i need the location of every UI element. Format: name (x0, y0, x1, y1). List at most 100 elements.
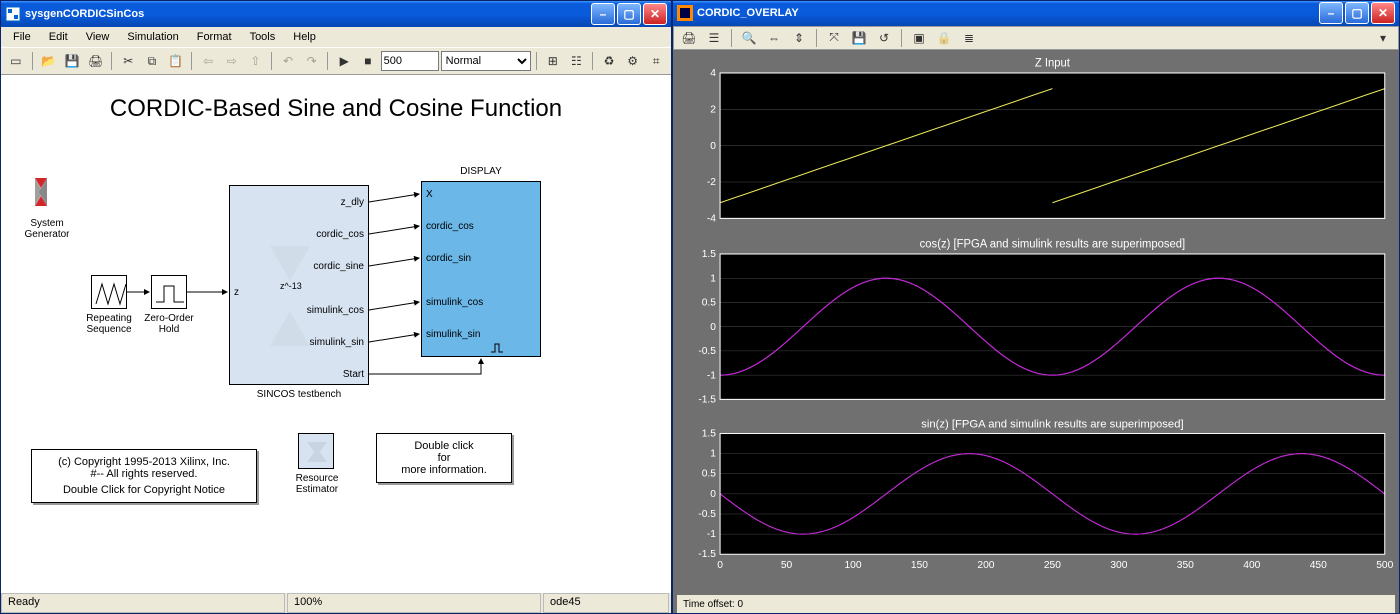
model-canvas[interactable]: CORDIC-Based Sine and Cosine Function Sy… (1, 75, 671, 592)
new-icon[interactable]: ▭ (5, 50, 27, 72)
sincos-out-scos: simulink_cos (307, 305, 364, 316)
zoom-y-icon[interactable]: ⇕ (788, 27, 810, 49)
zoom-x-icon[interactable]: ⇔ (763, 27, 785, 49)
disp-in-ccos: cordic_cos (426, 221, 474, 232)
svg-text:50: 50 (781, 560, 793, 571)
resource-estimator-block[interactable] (298, 433, 334, 469)
zero-order-hold-block[interactable] (151, 275, 187, 309)
trigger-icon (490, 342, 504, 354)
menu-edit[interactable]: Edit (41, 29, 76, 45)
sim-mode-select[interactable]: Normal (441, 51, 531, 71)
refresh-icon[interactable]: ♻ (598, 50, 620, 72)
signal-sel-icon[interactable]: ≣ (958, 27, 980, 49)
svg-text:0.5: 0.5 (702, 297, 716, 308)
sincos-label: SINCOS testbench (239, 389, 359, 400)
repeating-sequence-label: Repeating Sequence (49, 313, 169, 335)
svg-text:-0.5: -0.5 (698, 346, 716, 357)
maximize-button[interactable]: ▢ (617, 3, 641, 25)
sincos-out-ccos: cordic_cos (316, 229, 364, 240)
svg-text:0.5: 0.5 (702, 469, 717, 480)
sincos-testbench-block[interactable]: z z^-13 z_dly cordic_cos cordic_sine sim… (229, 185, 369, 385)
titlebar-scope[interactable]: CORDIC_OVERLAY – ▢ ✕ (673, 1, 1399, 26)
open-icon[interactable]: 📂 (38, 50, 60, 72)
svg-text:350: 350 (1177, 560, 1195, 571)
svg-text:450: 450 (1310, 560, 1328, 571)
svg-text:300: 300 (1110, 560, 1128, 571)
scope-close-button[interactable]: ✕ (1371, 2, 1395, 24)
info-line-1: Double click (387, 440, 501, 452)
forward-icon: ⇨ (221, 50, 243, 72)
menu-help[interactable]: Help (285, 29, 324, 45)
copyright-line-1: (c) Copyright 1995-2013 Xilinx, Inc. (42, 456, 246, 468)
svg-text:1.5: 1.5 (702, 429, 717, 440)
svg-text:0: 0 (710, 321, 716, 332)
scope-plot-2[interactable]: -1.5-1-0.500.511.5sin(z) [FPGA and simul… (677, 416, 1395, 595)
build-icon[interactable]: ⚙ (622, 50, 644, 72)
svg-text:200: 200 (977, 560, 995, 571)
more-info-note[interactable]: Double click for more information. (376, 433, 512, 483)
lib-browser-icon[interactable]: ⊞ (542, 50, 564, 72)
model-explorer-icon[interactable]: ☷ (566, 50, 588, 72)
menubar: File Edit View Simulation Format Tools H… (1, 27, 671, 48)
svg-text:250: 250 (1044, 560, 1062, 571)
sincos-inner-text: z^-13 (280, 281, 302, 291)
svg-text:4: 4 (710, 68, 716, 79)
title-text: sysgenCORDICSinCos (25, 8, 591, 20)
scope-maximize-button[interactable]: ▢ (1345, 2, 1369, 24)
svg-text:500: 500 (1376, 560, 1394, 571)
scope-minimize-button[interactable]: – (1319, 2, 1343, 24)
disp-in-csin: cordic_sin (426, 253, 471, 264)
autoscale-icon[interactable]: ⤧ (823, 27, 845, 49)
svg-text:400: 400 (1243, 560, 1261, 571)
menu-tools[interactable]: Tools (242, 29, 284, 45)
svg-text:-4: -4 (707, 213, 716, 224)
redo-icon: ↷ (301, 50, 323, 72)
titlebar-simulink[interactable]: sysgenCORDICSinCos – ▢ ✕ (1, 1, 671, 27)
zoom-in-icon[interactable]: 🔍 (738, 27, 760, 49)
menu-format[interactable]: Format (189, 29, 240, 45)
debug-icon[interactable]: ⌗ (645, 50, 667, 72)
cut-icon[interactable]: ✂ (117, 50, 139, 72)
copy-icon[interactable]: ⧉ (141, 50, 163, 72)
sincos-out-zdly: z_dly (341, 197, 364, 208)
toolbar: ▭ 📂 💾 🖨 ✂ ⧉ 📋 ⇦ ⇨ ⇧ ↶ ↷ ▶ ■ Normal ⊞ (1, 48, 671, 75)
save-config-icon[interactable]: 💾 (848, 27, 870, 49)
play-icon[interactable]: ▶ (333, 50, 355, 72)
scope-plot-0[interactable]: -4-2024Z Input (677, 54, 1395, 233)
stop-time-field[interactable] (381, 51, 439, 71)
minimize-button[interactable]: – (591, 3, 615, 25)
svg-text:-1: -1 (707, 370, 716, 381)
help-icon[interactable]: ▾ (1372, 27, 1394, 49)
float-icon[interactable]: ▣ (908, 27, 930, 49)
display-block[interactable]: X cordic_cos cordic_sin simulink_cos sim… (421, 181, 541, 357)
disp-in-scos: simulink_cos (426, 297, 483, 308)
page-title: CORDIC-Based Sine and Cosine Function (1, 95, 671, 123)
scope-plot-1[interactable]: -1.5-1-0.500.511.5cos(z) [FPGA and simul… (677, 235, 1395, 414)
lock-icon: 🔒 (933, 27, 955, 49)
menu-file[interactable]: File (5, 29, 39, 45)
stop-icon[interactable]: ■ (357, 50, 379, 72)
paste-icon[interactable]: 📋 (165, 50, 187, 72)
menu-simulation[interactable]: Simulation (119, 29, 186, 45)
menu-view[interactable]: View (78, 29, 118, 45)
restore-icon[interactable]: ↺ (873, 27, 895, 49)
info-line-3: more information. (387, 464, 501, 476)
params-icon[interactable]: ☰ (703, 27, 725, 49)
print-icon[interactable]: 🖨 (678, 27, 700, 49)
close-button[interactable]: ✕ (643, 3, 667, 25)
svg-text:-0.5: -0.5 (698, 509, 716, 520)
scope-body: -4-2024Z Input-1.5-1-0.500.511.5cos(z) [… (673, 50, 1399, 613)
svg-text:-2: -2 (707, 177, 716, 188)
system-generator-block[interactable] (31, 174, 67, 210)
scope-title-text: CORDIC_OVERLAY (697, 7, 1319, 19)
svg-text:-1.5: -1.5 (698, 394, 716, 405)
sincos-out-csin: cordic_sine (313, 261, 364, 272)
print-icon[interactable]: 🖨 (85, 50, 107, 72)
save-icon[interactable]: 💾 (61, 50, 83, 72)
svg-text:-1.5: -1.5 (698, 549, 716, 560)
xilinx-logo-icon (31, 174, 67, 210)
scope-app-icon (677, 5, 693, 21)
copyright-note[interactable]: (c) Copyright 1995-2013 Xilinx, Inc. #--… (31, 449, 257, 503)
repeating-sequence-block[interactable] (91, 275, 127, 309)
zoh-label: Zero-Order Hold (109, 313, 229, 335)
